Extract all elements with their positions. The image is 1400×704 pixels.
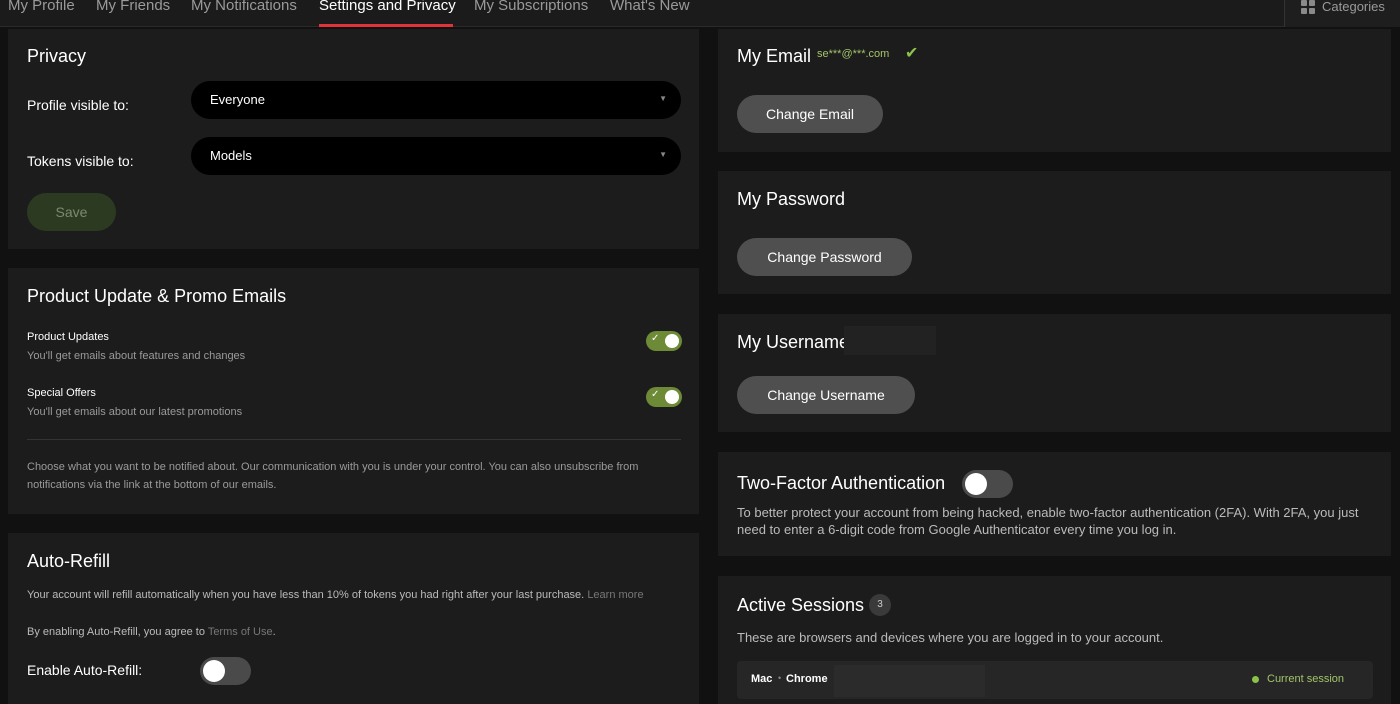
categories-label: Categories xyxy=(1322,0,1385,14)
two-factor-title: Two-Factor Authentication xyxy=(737,473,946,493)
special-offers-toggle[interactable]: ✓ xyxy=(646,387,682,407)
session-separator: • xyxy=(778,673,782,683)
tab-whats-new[interactable]: What's New xyxy=(610,0,690,16)
active-sessions-card: Active Sessions 3 These are browsers and… xyxy=(718,576,1391,704)
active-tab-indicator xyxy=(319,24,453,27)
check-icon: ✔ xyxy=(905,45,919,62)
active-sessions-title: Active Sessions xyxy=(737,595,865,615)
tokens-visibility-select[interactable]: Models ▼ xyxy=(191,137,681,175)
status-dot-icon xyxy=(1252,676,1259,683)
tab-my-notifications[interactable]: My Notifications xyxy=(191,0,297,16)
product-updates-desc: You'll get emails about features and cha… xyxy=(27,350,246,362)
session-browser: Chrome xyxy=(786,673,828,685)
profile-visibility-value: Everyone xyxy=(210,92,265,107)
tab-my-friends[interactable]: My Friends xyxy=(96,0,170,16)
agreement-text: By enabling Auto-Refill, you agree to xyxy=(27,626,205,638)
two-factor-desc: To better protect your account from bein… xyxy=(737,505,1359,537)
auto-refill-title: Auto-Refill xyxy=(27,551,111,571)
terms-of-use-link[interactable]: Terms of Use xyxy=(208,626,273,638)
tokens-visibility-value: Models xyxy=(210,148,252,163)
top-nav: My Profile My Friends My Notifications S… xyxy=(0,0,1400,27)
password-card: My Password Change Password xyxy=(718,171,1391,294)
product-updates-title: Product Updates xyxy=(27,331,109,343)
promo-emails-title: Product Update & Promo Emails xyxy=(27,286,287,306)
password-title: My Password xyxy=(737,189,846,209)
two-factor-card: Two-Factor Authentication To better prot… xyxy=(718,452,1391,556)
privacy-title: Privacy xyxy=(27,46,87,66)
check-icon: ✓ xyxy=(651,389,660,400)
session-os: Mac xyxy=(751,673,773,685)
auto-refill-card: Auto-Refill Your account will refill aut… xyxy=(8,533,699,704)
current-session-label: Current session xyxy=(1267,673,1345,685)
change-username-button[interactable]: Change Username xyxy=(737,376,915,414)
tab-my-subscriptions[interactable]: My Subscriptions xyxy=(474,0,588,16)
profile-visible-label: Profile visible to: xyxy=(27,97,129,113)
auto-refill-agreement: By enabling Auto-Refill, you agree to Te… xyxy=(27,623,276,641)
chevron-down-icon: ▼ xyxy=(659,150,667,159)
tab-my-profile[interactable]: My Profile xyxy=(8,0,75,16)
learn-more-link[interactable]: Learn more xyxy=(587,589,643,601)
tokens-visible-label: Tokens visible to: xyxy=(27,153,134,169)
username-title: My Username xyxy=(737,332,850,352)
session-details-redacted xyxy=(834,665,985,697)
tab-settings-and-privacy[interactable]: Settings and Privacy xyxy=(319,0,456,16)
email-value: se***@***.com xyxy=(817,48,890,60)
change-email-button[interactable]: Change Email xyxy=(737,95,883,133)
promo-emails-card: Product Update & Promo Emails Product Up… xyxy=(8,268,699,514)
toggle-knob xyxy=(665,390,679,404)
special-offers-title: Special Offers xyxy=(27,387,96,399)
auto-refill-desc: Your account will refill automatically w… xyxy=(27,586,677,604)
grid-icon xyxy=(1301,0,1316,14)
active-sessions-desc: These are browsers and devices where you… xyxy=(737,630,1164,645)
divider xyxy=(27,439,681,440)
categories-button[interactable]: Categories xyxy=(1284,0,1400,27)
email-title: My Email xyxy=(737,46,812,66)
session-row: Mac • Chrome Current session xyxy=(737,661,1373,699)
promo-emails-note: Choose what you want to be notified abou… xyxy=(27,461,639,491)
profile-visibility-select[interactable]: Everyone ▼ xyxy=(191,81,681,119)
auto-refill-desc-text: Your account will refill automatically w… xyxy=(27,589,585,601)
privacy-card: Privacy Profile visible to: Everyone ▼ T… xyxy=(8,29,699,249)
special-offers-desc: You'll get emails about our latest promo… xyxy=(27,406,243,418)
save-button[interactable]: Save xyxy=(27,193,116,231)
two-factor-toggle[interactable] xyxy=(962,470,1013,498)
check-icon: ✓ xyxy=(651,333,660,344)
username-card: My Username Change Username xyxy=(718,314,1391,432)
change-password-button[interactable]: Change Password xyxy=(737,238,912,276)
toggle-knob xyxy=(965,473,987,495)
enable-auto-refill-label: Enable Auto-Refill: xyxy=(27,662,143,678)
session-count-badge: 3 xyxy=(869,594,891,616)
toggle-knob xyxy=(203,660,225,682)
email-card: My Email se***@***.com ✔ Change Email xyxy=(718,29,1391,152)
product-updates-toggle[interactable]: ✓ xyxy=(646,331,682,351)
agreement-suffix: . xyxy=(272,626,276,638)
auto-refill-toggle[interactable] xyxy=(200,657,251,685)
chevron-down-icon: ▼ xyxy=(659,94,667,103)
toggle-knob xyxy=(665,334,679,348)
username-value-redacted xyxy=(844,326,936,355)
